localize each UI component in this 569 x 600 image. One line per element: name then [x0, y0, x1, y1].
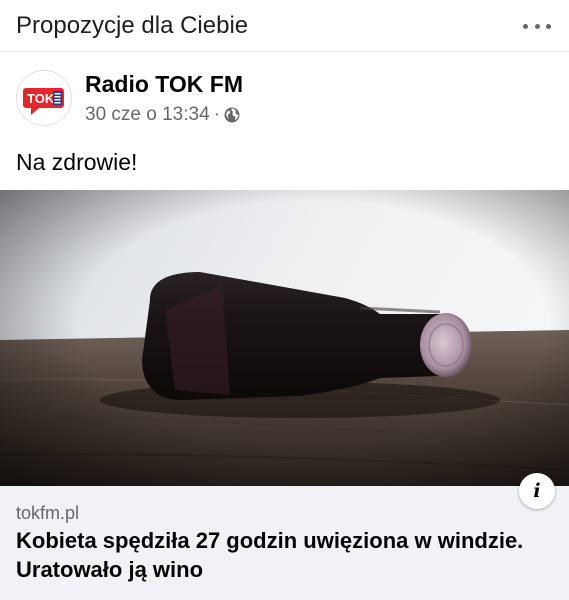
- more-dot: [523, 23, 528, 29]
- post-header: TOK Radio TOK FM 30 cze o 13:34 ·: [0, 60, 569, 140]
- feed-section-header: Propozycje dla Ciebie: [0, 0, 569, 52]
- link-preview-image[interactable]: [0, 190, 569, 486]
- link-preview-card[interactable]: tokfm.pl Kobieta spędziła 27 godzin uwię…: [0, 486, 569, 600]
- link-headline[interactable]: Kobieta spędziła 27 godzin uwięziona w w…: [16, 526, 556, 584]
- more-options-button[interactable]: [523, 14, 551, 38]
- avatar-logo-text: TOK: [27, 91, 55, 106]
- more-dot: [534, 23, 540, 29]
- info-button[interactable]: i: [519, 473, 555, 509]
- globe-icon: [224, 107, 240, 123]
- meta-separator: ·: [213, 104, 220, 125]
- link-domain: tokfm.pl: [16, 503, 80, 523]
- section-title: Propozycje dla Ciebie: [16, 12, 249, 39]
- info-icon: i: [533, 480, 541, 502]
- page-avatar[interactable]: TOK: [16, 70, 72, 126]
- post-timestamp[interactable]: 30 cze o 13:34: [85, 104, 210, 126]
- tokfm-logo-icon: TOK: [17, 71, 71, 125]
- page-name-link[interactable]: Radio TOK FM: [85, 71, 243, 98]
- wine-bottle-photo: [0, 190, 569, 486]
- more-dot: [546, 23, 551, 29]
- post-message: Na zdrowie!: [16, 149, 138, 175]
- post-meta: 30 cze o 13:34 ·: [85, 104, 240, 126]
